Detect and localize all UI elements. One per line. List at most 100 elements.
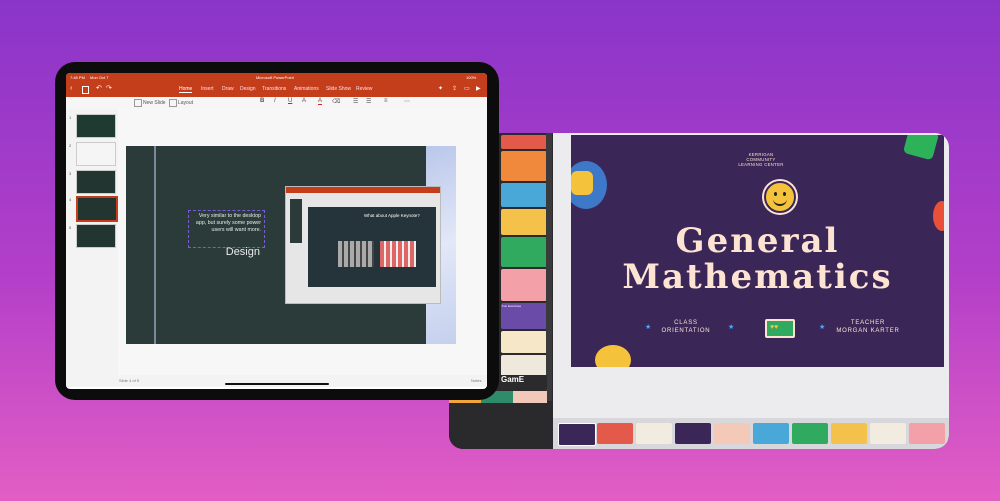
- sun-sticker: [595, 345, 631, 367]
- slide-thumbnail-selected[interactable]: [76, 196, 118, 222]
- thumbnail-list[interactable]: Fun Exercises: [501, 135, 547, 403]
- comment-icon[interactable]: ▭: [464, 85, 470, 92]
- strip-thumb[interactable]: [558, 423, 596, 446]
- thumb-number: 5: [69, 225, 72, 230]
- tab-review[interactable]: Review: [356, 86, 372, 92]
- embedded-thumbs: [290, 199, 302, 243]
- slide-title-line-1: General: [675, 221, 840, 261]
- slide-thumbnail[interactable]: [76, 142, 116, 166]
- label-line: TEACHER: [850, 320, 886, 326]
- tab-home[interactable]: Home: [179, 86, 193, 93]
- thumbnail[interactable]: Fun Exercises: [501, 303, 547, 329]
- strip-thumb[interactable]: [714, 423, 750, 444]
- slide-accent-line: [154, 146, 156, 344]
- thumbnail[interactable]: [501, 331, 547, 353]
- strip-thumb[interactable]: [870, 423, 906, 444]
- label-line: MORGAN KARTER: [836, 328, 900, 334]
- thumbnail[interactable]: [501, 183, 547, 207]
- strip-thumb[interactable]: [792, 423, 828, 444]
- underline-button[interactable]: U: [288, 98, 292, 104]
- slide-counter: Slide 4 of 5: [119, 378, 140, 383]
- slide-thumbnail[interactable]: [76, 224, 116, 248]
- status-time: 7:48 PM: [70, 75, 85, 80]
- thumbnail[interactable]: [501, 135, 547, 149]
- org-name: KERRIGAN COMMUNITY LEARNING CENTER: [738, 152, 784, 167]
- slide-title-line-2: Mathematics: [622, 257, 893, 297]
- file-icon[interactable]: [82, 86, 89, 94]
- lightbulb-icon[interactable]: ✦: [438, 85, 443, 92]
- numbering-button[interactable]: ☰: [366, 98, 371, 105]
- redo-icon[interactable]: ↷: [106, 84, 112, 92]
- strip-thumb[interactable]: [636, 423, 672, 444]
- strip-thumb[interactable]: [597, 423, 633, 444]
- strip-thumb[interactable]: [909, 423, 945, 444]
- embedded-slide: What about Apple Keynote?: [308, 207, 436, 287]
- embedded-ribbon: [286, 187, 440, 193]
- highlight-button[interactable]: ⌫: [332, 98, 340, 105]
- keynote-themes-grid: [338, 241, 374, 267]
- thumb-number: 1: [69, 115, 72, 120]
- slide-thumbnail[interactable]: [76, 114, 116, 138]
- status-bar: 7:48 PM Mon Oct 7 Microsoft PowerPoint 1…: [66, 73, 487, 83]
- status-date: Mon Oct 7: [90, 75, 109, 80]
- embedded-screenshot[interactable]: What about Apple Keynote?: [285, 186, 441, 304]
- italic-button[interactable]: I: [274, 98, 276, 104]
- selected-textbox[interactable]: Very similar to the desktop app, but sur…: [188, 210, 265, 248]
- align-button[interactable]: ≡: [384, 98, 388, 104]
- strip-thumb[interactable]: [753, 423, 789, 444]
- undo-icon[interactable]: ↶: [96, 84, 102, 92]
- thumbnail[interactable]: [501, 209, 547, 235]
- sticker-icon: [902, 135, 940, 161]
- tab-draw[interactable]: Draw: [222, 86, 234, 92]
- font-color-button[interactable]: A: [318, 98, 323, 105]
- tab-transitions[interactable]: Transitions: [262, 86, 286, 92]
- second-tablet: Fun Exercises GamE KERRIGAN COMMUNITY LE…: [449, 133, 949, 449]
- powerpoint-app: 7:48 PM Mon Oct 7 Microsoft PowerPoint 1…: [66, 73, 487, 389]
- label-line: ORIENTATION: [661, 328, 711, 334]
- slide-thumbnail[interactable]: [76, 170, 116, 194]
- new-slide-button[interactable]: New Slide: [143, 100, 166, 106]
- main-slide[interactable]: KERRIGAN COMMUNITY LEARNING CENTER Gener…: [571, 135, 944, 367]
- thumb-number: 4: [69, 197, 72, 202]
- embedded-question: What about Apple Keynote?: [364, 213, 420, 218]
- thumbnail[interactable]: [501, 237, 547, 267]
- ribbon-tabs: ‹ ↶ ↷ Home Insert Draw Design Transition…: [66, 83, 487, 97]
- hearts-badge: ♥♥: [765, 319, 795, 338]
- font-size-button[interactable]: A: [302, 98, 306, 104]
- current-slide[interactable]: Very similar to the desktop app, but sur…: [126, 146, 456, 344]
- battery-level: 100%: [466, 75, 477, 80]
- tab-animations[interactable]: Animations: [294, 86, 319, 92]
- tab-slide-show[interactable]: Slide Show: [326, 86, 351, 92]
- smiley-icon: [764, 181, 796, 213]
- bold-button[interactable]: B: [260, 98, 264, 104]
- tab-insert[interactable]: Insert: [201, 86, 214, 92]
- class-orientation-label: CLASS ORIENTATION: [649, 319, 723, 335]
- heart-icon: ♥♥: [770, 324, 779, 331]
- teacher-label: TEACHER MORGAN KARTER: [823, 319, 913, 335]
- new-slide-icon: [134, 99, 142, 107]
- thumbnail[interactable]: [501, 151, 547, 181]
- home-indicator[interactable]: [225, 383, 329, 385]
- play-icon[interactable]: ▶: [476, 85, 481, 92]
- share-icon[interactable]: ⇪: [452, 85, 457, 92]
- slide-heading[interactable]: Design: [192, 246, 260, 258]
- bottom-bar: Slide 4 of 5 Notes: [66, 375, 487, 387]
- more-button[interactable]: ⋯: [404, 98, 410, 105]
- star-icon: ★: [645, 324, 652, 331]
- label-line: CLASS: [674, 320, 698, 326]
- panel-divider[interactable]: [546, 133, 552, 401]
- slide-strip[interactable]: [553, 418, 949, 449]
- slide-body-text[interactable]: Very similar to the desktop app, but sur…: [189, 213, 261, 234]
- thumbnail[interactable]: [501, 269, 547, 301]
- layout-icon: [169, 99, 177, 107]
- slide-thumbnails: 1 2 3 4 5: [66, 109, 119, 385]
- strip-thumb[interactable]: [831, 423, 867, 444]
- bullets-button[interactable]: ☰: [353, 98, 358, 105]
- strip-thumb[interactable]: [675, 423, 711, 444]
- layout-button[interactable]: Layout: [178, 100, 193, 106]
- thumbs-up-sticker: [571, 161, 607, 209]
- thumbnail-label: Fun Exercises: [502, 304, 522, 308]
- back-icon[interactable]: ‹: [70, 85, 72, 92]
- tab-design[interactable]: Design: [240, 86, 256, 92]
- notes-button[interactable]: Notes: [471, 378, 481, 383]
